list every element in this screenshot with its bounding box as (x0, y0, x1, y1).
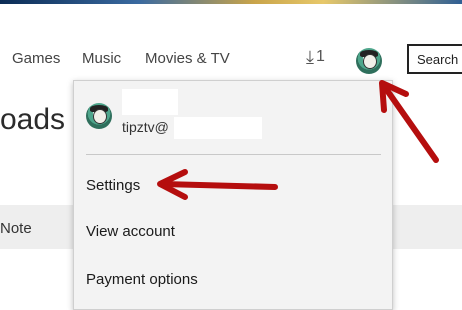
avatar (356, 48, 382, 74)
nav-item-movies-tv[interactable]: Movies & TV (145, 50, 230, 67)
downloads-button[interactable]: ⤓ 1 (306, 48, 325, 66)
menu-item-view-account[interactable]: View account (86, 223, 175, 240)
redacted-name (122, 89, 178, 115)
account-email: tipztv@ (122, 119, 169, 135)
avatar (86, 103, 112, 129)
menu-item-payment-options[interactable]: Payment options (86, 271, 198, 288)
redacted-email-domain (174, 117, 262, 139)
nav-item-games[interactable]: Games (12, 50, 60, 67)
menu-item-settings[interactable]: Settings (86, 177, 140, 194)
search-label: Search (417, 52, 459, 67)
account-dropdown-menu: tipztv@ Settings View account Payment op… (73, 80, 393, 310)
downloads-count: 1 (315, 48, 325, 65)
top-banner-strip (0, 0, 462, 4)
account-avatar-button[interactable] (356, 48, 382, 74)
page-title: oads (0, 103, 66, 136)
nav-item-music[interactable]: Music (82, 50, 121, 67)
search-input[interactable]: Search (407, 44, 462, 74)
menu-divider (86, 154, 381, 155)
column-header-note[interactable]: Note (0, 220, 32, 237)
download-arrow-icon: ⤓ (306, 47, 314, 67)
